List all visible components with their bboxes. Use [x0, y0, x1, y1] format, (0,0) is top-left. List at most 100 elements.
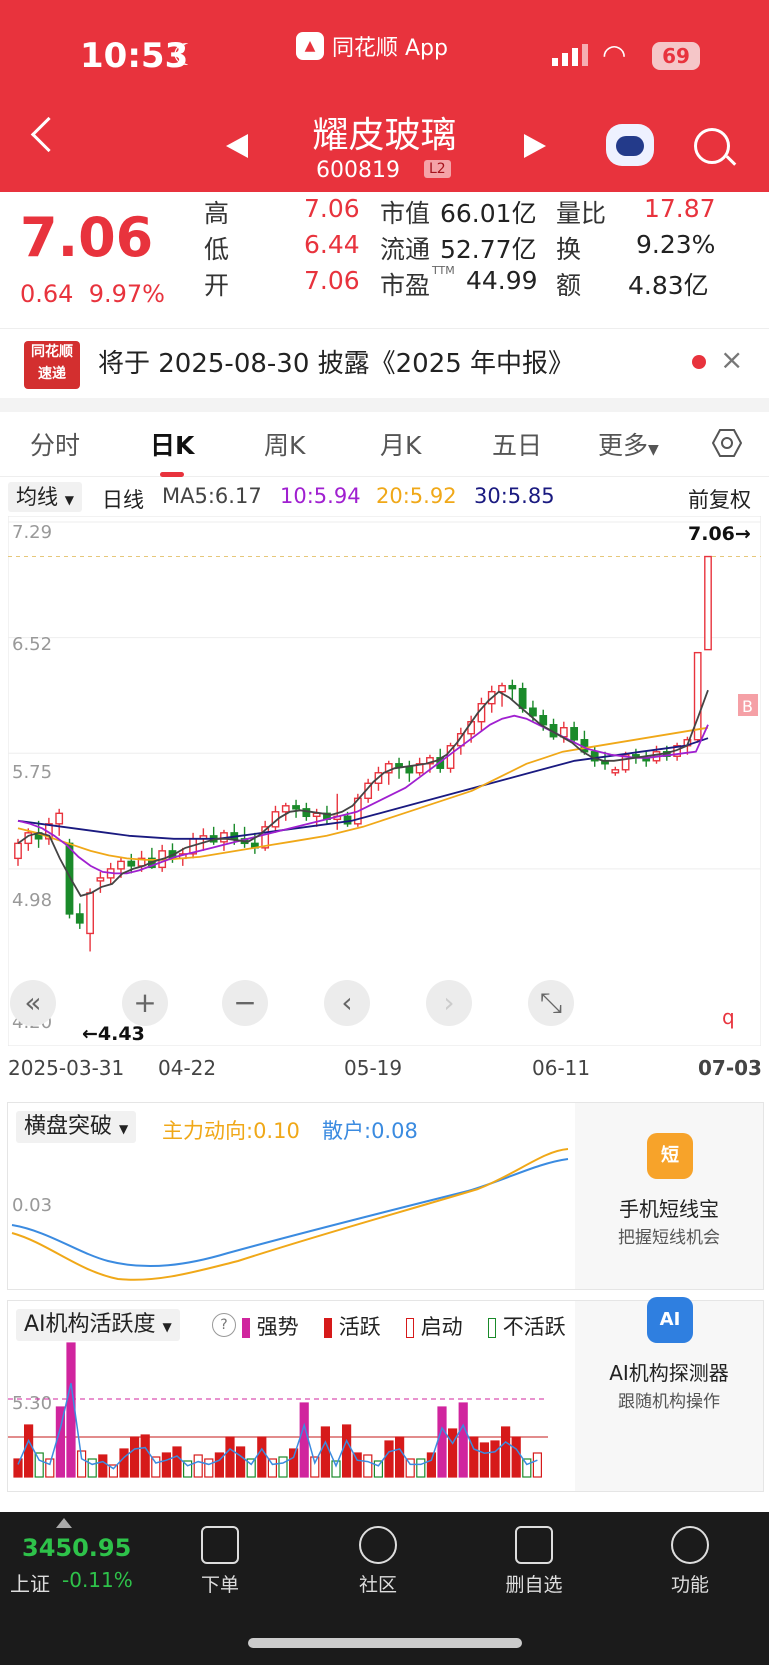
activity-bar	[45, 1458, 55, 1478]
home-indicator	[248, 1638, 522, 1648]
scroll-right-button[interactable]: ›	[426, 980, 472, 1026]
activity-bar	[193, 1454, 203, 1478]
activity-bar	[140, 1434, 150, 1478]
ai-detector-title: AI机构探测器	[609, 1361, 729, 1385]
activity-bar	[352, 1452, 362, 1478]
remove-watchlist-tab[interactable]: 删自选	[484, 1512, 584, 1597]
order-tab[interactable]: 下单	[170, 1512, 270, 1597]
news-logo: 同花顺 速递	[24, 341, 80, 389]
robot-assistant-icon[interactable]	[606, 124, 654, 166]
main-force-line	[11, 1148, 569, 1281]
low-label: 低	[204, 235, 230, 264]
float-value: 52.77亿	[440, 235, 537, 264]
short-term-title: 手机短线宝	[619, 1197, 719, 1221]
quote-panel: 7.06 0.64 9.97% 高 7.06 低 6.44 开 7.06 市值 …	[0, 192, 769, 328]
candle	[498, 684, 506, 693]
app-name: ▲ 同花顺 App	[296, 30, 448, 62]
tab-more[interactable]: 更多▼	[598, 426, 659, 462]
wifi-icon: ◠	[602, 38, 627, 71]
chevron-down-icon: ▼	[64, 493, 74, 507]
zoom-in-button[interactable]: +	[122, 980, 168, 1026]
activity-bar	[511, 1436, 521, 1478]
open-value: 7.06	[304, 266, 360, 295]
notice-bar[interactable]: 同花顺 速递 将于 2025-08-30 披露《2025 年中报》 ×	[0, 328, 769, 399]
tab-intraday[interactable]: 分时	[30, 426, 80, 462]
indicator-dropdown[interactable]: 均线 ▼	[8, 482, 82, 512]
candle	[292, 805, 300, 810]
rewind-button[interactable]: «	[10, 980, 56, 1026]
low-price-marker: ←4.43	[82, 1023, 145, 1045]
activity-bar	[66, 1342, 76, 1478]
activity-bar	[267, 1458, 277, 1478]
zoom-out-button[interactable]: −	[222, 980, 268, 1026]
settings-hex-icon[interactable]	[712, 428, 742, 458]
candle	[96, 877, 105, 882]
ai-detector-promo[interactable]: AI AI机构探测器 跟随机构操作	[575, 1297, 763, 1491]
level2-badge[interactable]: L2	[424, 160, 451, 178]
activity-bar	[448, 1428, 458, 1478]
pe-label: 市盈	[380, 271, 431, 300]
activity-bar	[416, 1458, 426, 1478]
activity-bar	[129, 1436, 140, 1478]
index-name: 上证	[10, 1572, 50, 1596]
candle	[704, 555, 712, 651]
breakout-lines	[11, 1148, 569, 1281]
float-label: 流通	[380, 235, 431, 264]
ai-detector-sub: 跟随机构操作	[618, 1392, 720, 1412]
active-tab-indicator	[160, 472, 184, 477]
tab-monthly-k[interactable]: 月K	[380, 426, 421, 462]
activity-bar	[225, 1436, 235, 1478]
activity-bar	[479, 1442, 489, 1478]
activity-bar	[405, 1458, 415, 1478]
tab-weekly-k[interactable]: 周K	[264, 426, 305, 462]
scroll-left-button[interactable]: ‹	[324, 980, 370, 1026]
community-icon	[359, 1526, 397, 1564]
fullscreen-button[interactable]: ⤡	[528, 980, 574, 1026]
candle	[55, 812, 64, 825]
app-header: 10:53 ☾ ▲ 同花顺 App ◠ 69 耀皮玻璃 600819 L2	[0, 0, 769, 192]
activity-bar	[501, 1426, 511, 1478]
ma20-legend: 20:5.92	[376, 484, 457, 508]
community-tab[interactable]: 社区	[328, 1512, 428, 1597]
candle	[86, 892, 94, 935]
ai-activity-bars	[8, 1342, 548, 1478]
candle	[117, 860, 125, 870]
price-change: 0.64 9.97%	[20, 280, 165, 308]
q-marker: q	[722, 1005, 735, 1029]
amount-value: 4.83亿	[628, 271, 709, 300]
pe-ttm-sup: TTM	[432, 264, 455, 277]
candle	[14, 842, 22, 860]
activity-bar	[257, 1436, 267, 1478]
ma30-legend: 30:5.85	[474, 484, 555, 508]
signal-icon	[552, 44, 588, 66]
y-label-top: 7.29	[12, 522, 52, 543]
index-change: -0.11%	[62, 1568, 133, 1592]
adjust-mode[interactable]: 前复权	[688, 484, 751, 514]
battery-icon: 69	[652, 42, 700, 70]
ma-legend-row: 均线 ▼ 日线 MA5:6.17 10:5.94 20:5.92 30:5.85…	[0, 480, 769, 514]
chart-grid	[8, 521, 761, 870]
tab-five-day[interactable]: 五日	[492, 426, 542, 462]
open-label: 开	[204, 271, 230, 300]
kline-chart[interactable]: 7.29 6.52 5.75 4.98 4.20 7.06→ ←4.43 B q	[8, 516, 761, 1046]
index-value[interactable]: 3450.95	[22, 1534, 131, 1562]
short-term-icon: 短	[647, 1133, 693, 1179]
search-icon[interactable]	[694, 128, 730, 164]
x-label-1: 04-22	[158, 1056, 217, 1080]
tab-daily-k[interactable]: 日K	[150, 426, 194, 462]
ma5-legend: MA5:6.17	[162, 484, 262, 508]
activity-bar	[98, 1454, 108, 1478]
x-label-0: 2025-03-31	[8, 1056, 125, 1080]
activity-bar	[363, 1454, 373, 1478]
close-icon[interactable]: ×	[720, 343, 743, 376]
expand-icon[interactable]	[56, 1518, 72, 1528]
functions-tab-label: 功能	[670, 1574, 709, 1596]
short-term-promo[interactable]: 短 手机短线宝 把握短线机会	[575, 1103, 763, 1289]
app-name-label: 同花顺 App	[332, 36, 448, 61]
activity-bar	[278, 1456, 288, 1478]
candle	[529, 707, 537, 717]
candle	[405, 766, 414, 774]
functions-tab[interactable]: 功能	[640, 1512, 740, 1597]
x-label-4: 07-03	[698, 1056, 762, 1080]
remove-watchlist-label: 删自选	[505, 1574, 563, 1596]
